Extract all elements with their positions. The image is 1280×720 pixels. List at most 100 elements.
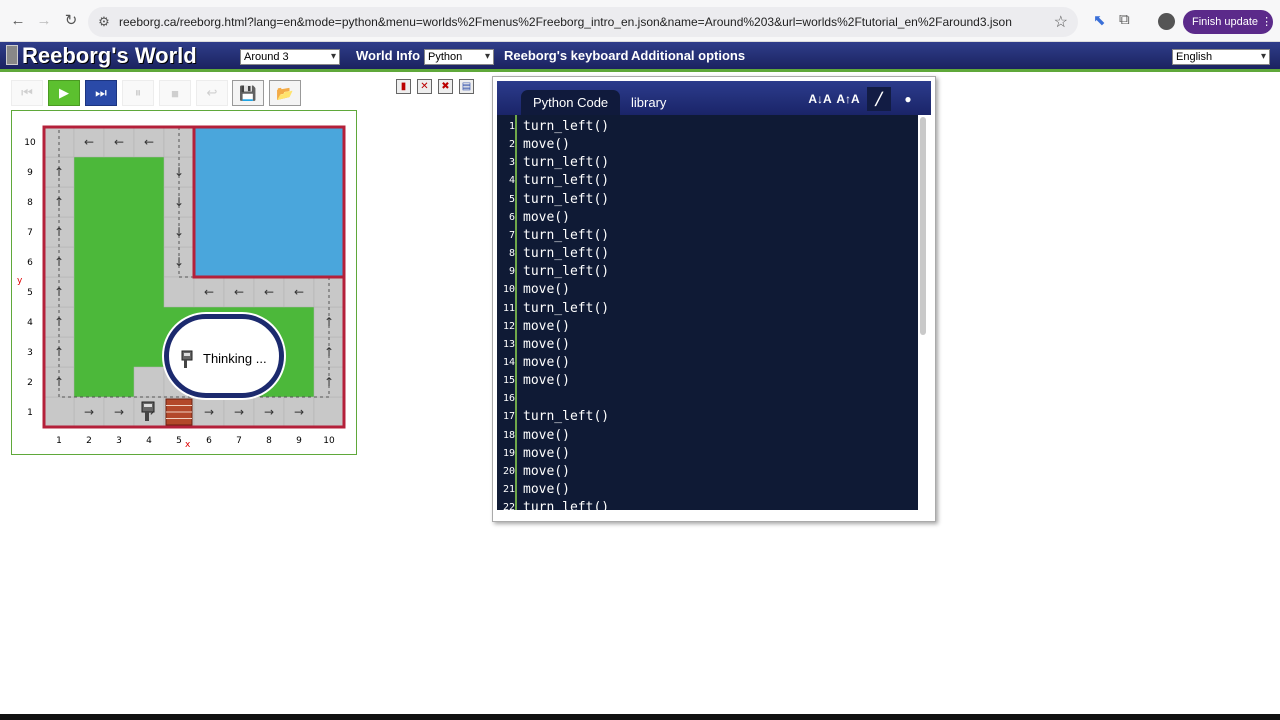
language-mode-select[interactable]: Python (424, 49, 494, 65)
grass-tile (74, 187, 104, 217)
code-line[interactable]: 19 move() (497, 445, 918, 463)
stop-button[interactable]: ■ (159, 80, 191, 106)
tab-library[interactable]: library (619, 90, 678, 115)
url-text: reeborg.ca/reeborg.html?lang=en&mode=pyt… (119, 15, 1012, 29)
trace-arrow: ↓ (174, 165, 184, 179)
robot-mini-icon[interactable]: ▮ (396, 79, 411, 94)
water-tile (314, 247, 344, 277)
grass-tile (104, 247, 134, 277)
water-tile (194, 247, 224, 277)
step-icon: ⏭ (95, 85, 107, 100)
run-button[interactable]: ▶ (48, 80, 80, 106)
line-number: 1 (508, 121, 515, 132)
save-icon: 💾 (239, 84, 257, 101)
world-edit-icon[interactable]: ▤ (459, 79, 474, 94)
site-info-icon[interactable]: ⚙ (96, 14, 112, 30)
forward-icon[interactable]: → (34, 11, 54, 31)
code-text: move() (523, 427, 570, 443)
code-line[interactable]: 1 turn_left() (497, 118, 918, 136)
code-line[interactable]: 8 turn_left() (497, 245, 918, 263)
reload-world-button[interactable]: ↩ (196, 80, 228, 106)
code-line[interactable]: 22 turn_left() (497, 499, 918, 510)
back-icon[interactable]: ← (8, 11, 28, 31)
code-text: move() (523, 354, 570, 370)
line-number: 13 (502, 338, 515, 350)
line-number: 22 (502, 502, 515, 510)
code-line[interactable]: 4 turn_left() (497, 172, 918, 190)
editor-scrollbar-thumb[interactable] (920, 117, 926, 335)
decrease-font-icon[interactable]: A↓A (808, 87, 832, 111)
address-bar[interactable]: ⚙ reeborg.ca/reeborg.html?lang=en&mode=p… (88, 7, 1078, 37)
pause-icon: ⏸ (134, 85, 142, 100)
line-number: 14 (502, 356, 515, 368)
code-line[interactable]: 9 turn_left() (497, 263, 918, 281)
reverse-step-button[interactable]: ⏮ (11, 80, 43, 106)
code-line[interactable]: 15 move() (497, 372, 918, 390)
app-logo: Reeborg's World (6, 43, 197, 69)
clear-robot-icon[interactable]: ✕ (417, 79, 432, 94)
world-select[interactable]: Around 3 (240, 49, 340, 65)
water-tile (224, 247, 254, 277)
robot-leg (145, 412, 149, 421)
increase-font-icon[interactable]: A↑A (836, 87, 860, 111)
y-tick-label: 7 (27, 228, 33, 238)
reeborg-keyboard-button[interactable]: Reeborg's keyboard (504, 48, 628, 63)
line-number: 12 (502, 320, 515, 332)
return-icon: ↩ (206, 85, 218, 100)
trace-arrow: ↓ (174, 195, 184, 209)
trace-arrow: ↑ (54, 255, 64, 269)
code-line[interactable]: 18 move() (497, 427, 918, 445)
bookmark-star-icon[interactable]: ☆ (1054, 12, 1068, 32)
highlight-pen-icon[interactable]: ╱ (867, 87, 891, 111)
code-text: move() (523, 282, 570, 298)
code-area[interactable]: 1 turn_left() 2 move() 3 turn_left() 4 turn_lef… (497, 115, 918, 510)
reload-icon[interactable]: ↻ (61, 11, 81, 31)
extensions-puzzle-icon[interactable]: ⧉ (1119, 11, 1130, 28)
code-line[interactable]: 3 turn_left() (497, 154, 918, 172)
clear-world-icon[interactable]: ✖ (438, 79, 453, 94)
water-tile (254, 127, 284, 157)
trace-arrow: ↑ (54, 285, 64, 299)
step-button[interactable]: ⏭ (85, 80, 117, 106)
code-line[interactable]: 7 turn_left() (497, 227, 918, 245)
code-line[interactable]: 14 move() (497, 354, 918, 372)
code-editor-panel: Python Code library A↓A A↑A ╱ ● 1 turn_le… (492, 76, 936, 522)
x-tick-label: 1 (56, 436, 62, 446)
robot-icon (181, 350, 193, 368)
code-line[interactable]: 12 move() (497, 318, 918, 336)
line-number: 10 (502, 284, 515, 296)
tab-python-code[interactable]: Python Code (521, 90, 621, 115)
extension-icon[interactable]: ⬉ (1093, 11, 1106, 29)
code-line[interactable]: 16 (497, 390, 918, 408)
code-line[interactable]: 20 move() (497, 463, 918, 481)
code-line[interactable]: 13 move() (497, 336, 918, 354)
code-line[interactable]: 11 turn_left() (497, 300, 918, 318)
profile-avatar-icon[interactable] (1158, 13, 1175, 30)
additional-options-button[interactable]: Additional options (631, 48, 745, 63)
finish-update-button[interactable]: Finish update ⋮ (1183, 10, 1273, 34)
watch-variables-icon[interactable]: ● (896, 87, 920, 111)
world-info-button[interactable]: World Info (356, 48, 420, 63)
trace-arrow: ↑ (54, 315, 64, 329)
open-world-button[interactable]: 📂 (269, 80, 301, 106)
y-tick-label: 4 (27, 318, 33, 328)
code-line[interactable]: 21 move() (497, 481, 918, 499)
water-tile (284, 127, 314, 157)
trace-arrow: ↑ (54, 195, 64, 209)
trace-arrow: → (234, 405, 244, 419)
ui-language-select[interactable]: English (1172, 49, 1270, 65)
line-number: 4 (508, 175, 515, 187)
code-line[interactable]: 6 move() (497, 209, 918, 227)
pause-button[interactable]: ⏸ (122, 80, 154, 106)
trace-arrow: ← (204, 285, 214, 299)
grass-tile (284, 367, 314, 397)
app-title: Reeborg's World (22, 43, 197, 68)
code-line[interactable]: 2 move() (497, 136, 918, 154)
save-world-button[interactable]: 💾 (232, 80, 264, 106)
water-tile (284, 157, 314, 187)
code-line[interactable]: 10 move() (497, 281, 918, 299)
code-line[interactable]: 5 turn_left() (497, 191, 918, 209)
code-line[interactable]: 17 turn_left() (497, 408, 918, 426)
water-tile (254, 247, 284, 277)
trace-arrow: ↑ (54, 375, 64, 389)
